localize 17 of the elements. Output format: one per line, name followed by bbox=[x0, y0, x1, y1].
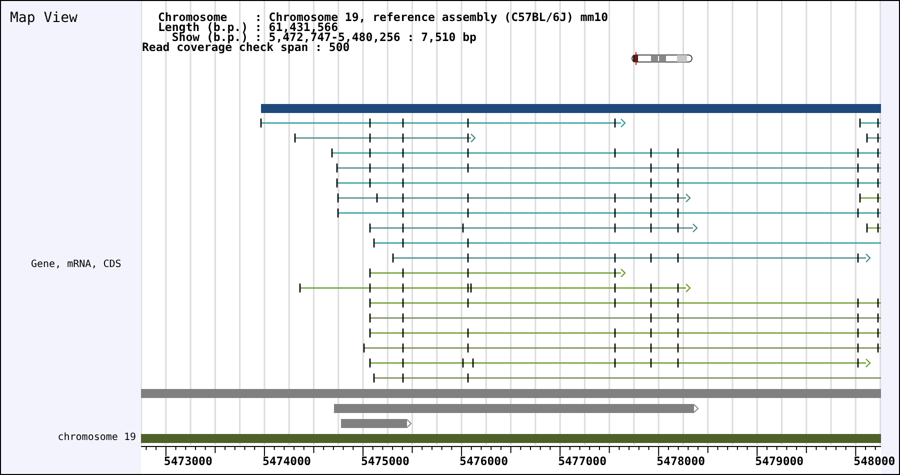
track-label: Gene, mRNA, CDS bbox=[31, 259, 122, 271]
axis-label: 5477000 bbox=[558, 455, 607, 467]
view-title: Map View bbox=[10, 10, 78, 26]
axis-label: 5479000 bbox=[755, 455, 804, 467]
axis-label: 5475000 bbox=[361, 455, 410, 467]
chromosome-label: chromosome 19 bbox=[58, 432, 136, 444]
axis-label: 5478000 bbox=[656, 455, 706, 467]
chromosome-ideogram-icon bbox=[632, 52, 692, 66]
info-line: Length (b.p.) : 61,431,566 bbox=[158, 22, 338, 32]
axis-label: 5474000 bbox=[262, 455, 311, 467]
axis-label: 548000 bbox=[854, 455, 896, 467]
info-line: Chromosome : Chromosome 19, reference assembly (C57BL/6J) mm10 bbox=[158, 12, 608, 22]
axis-label: 5473000 bbox=[164, 455, 212, 467]
info-line: Show (b.p.) : 5,472,747-5,480,256 : 7,510 bp bbox=[172, 32, 478, 42]
axis-label: 5476000 bbox=[460, 455, 508, 467]
cds-bar bbox=[341, 419, 412, 428]
info-line: Read coverage check span : 500 bbox=[142, 42, 350, 52]
